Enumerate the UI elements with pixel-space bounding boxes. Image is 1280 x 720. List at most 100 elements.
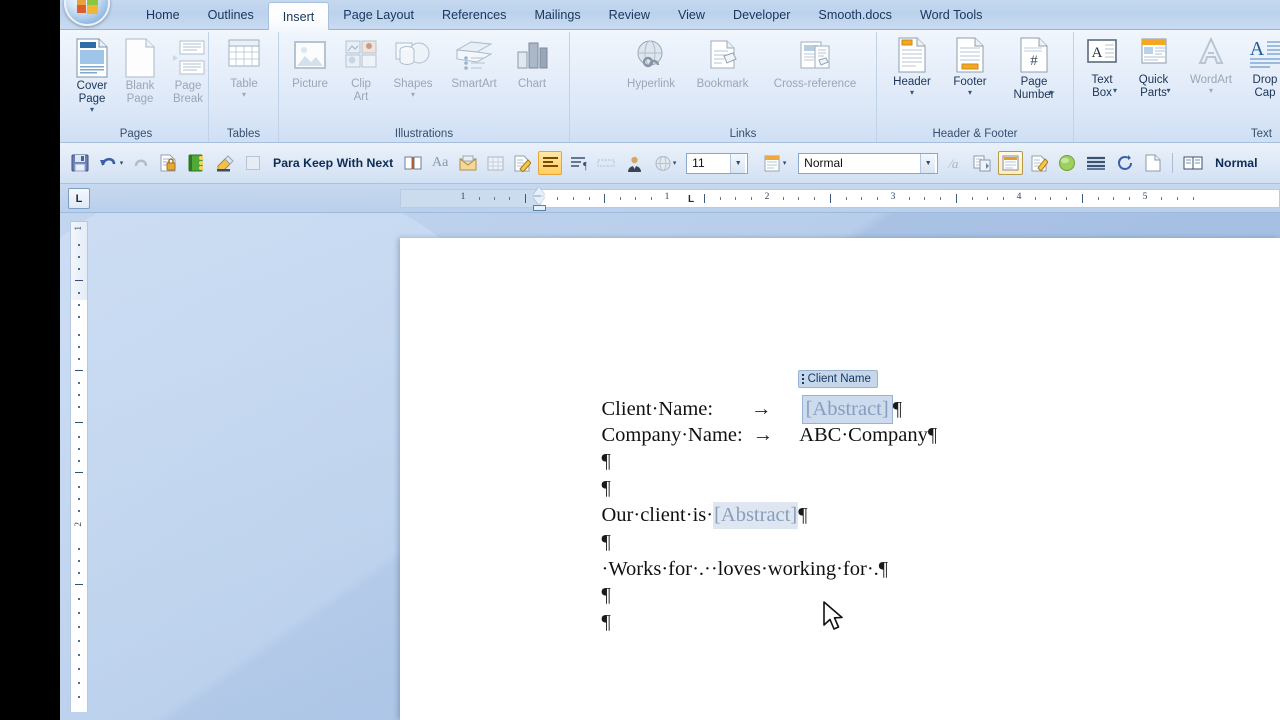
page-number-caret-icon[interactable]: ▾ xyxy=(1049,89,1053,97)
doc-line-empty-1[interactable]: ¶ xyxy=(540,422,1240,472)
paragraph-marks-icon: ¶ xyxy=(570,156,587,171)
smartart-button[interactable]: SmartArt xyxy=(441,38,507,91)
ruler-number-3: 3 xyxy=(890,192,896,202)
tab-review[interactable]: Review xyxy=(595,0,664,30)
doc-line-empty-2[interactable]: ¶ xyxy=(540,448,1240,499)
align-left-button[interactable] xyxy=(538,151,563,175)
new-doc-button[interactable] xyxy=(1141,151,1165,175)
clip-art-button[interactable]: Clip Art xyxy=(337,38,385,104)
insert-table-button[interactable] xyxy=(484,151,506,175)
footer-icon xyxy=(956,37,984,73)
style-gallery-caret-icon[interactable]: ▾ xyxy=(783,159,787,167)
doc-line-client-name[interactable]: Client·Name: → Client Name [Abstract] ¶ xyxy=(540,368,1240,424)
style-name-combo[interactable]: Normal ▼ xyxy=(798,152,939,174)
highlight-brush-button[interactable] xyxy=(212,151,238,175)
undo-button[interactable]: ▾ xyxy=(96,151,126,175)
green-book-button[interactable] xyxy=(184,151,208,175)
document-page[interactable]: Client·Name: → Client Name [Abstract] ¶ Comp… xyxy=(400,238,1280,720)
tab-outlines[interactable]: Outlines xyxy=(194,0,268,30)
text-field-button[interactable] xyxy=(594,151,618,175)
tab-page-layout[interactable]: Page Layout xyxy=(329,0,428,30)
toolbar-end-style-label[interactable]: Normal xyxy=(1210,156,1262,170)
first-line-indent-marker[interactable] xyxy=(533,187,545,195)
refresh-button[interactable] xyxy=(1113,151,1137,175)
tab-references[interactable]: References xyxy=(428,0,520,30)
quick-parts-button[interactable]: Quick Parts ▾ xyxy=(1126,36,1181,99)
green-circle-button[interactable] xyxy=(1055,151,1079,175)
picture-button[interactable]: Picture xyxy=(283,38,337,91)
copy-format-button[interactable] xyxy=(970,151,994,175)
lines-button[interactable] xyxy=(1083,151,1109,175)
tab-mailings[interactable]: Mailings xyxy=(520,0,594,30)
text-box-caret-icon[interactable]: ▾ xyxy=(1113,87,1117,95)
chart-button[interactable]: Chart xyxy=(507,38,557,91)
tab-home[interactable]: Home xyxy=(132,0,194,30)
redo-button[interactable] xyxy=(130,151,152,175)
save-button[interactable] xyxy=(68,151,92,175)
hyperlink-button[interactable]: Hyperlink xyxy=(616,38,686,91)
quick-parts-caret-icon[interactable]: ▾ xyxy=(1166,87,1170,95)
header-caret-icon[interactable]: ▾ xyxy=(910,89,914,97)
page-break-button[interactable]: Page Break xyxy=(164,38,212,106)
document-body[interactable]: Client·Name: → Client Name [Abstract] ¶ Comp… xyxy=(540,368,1240,633)
change-case-button[interactable]: Aa xyxy=(428,151,452,175)
style-name-chevron-down-icon[interactable]: ▼ xyxy=(920,153,936,173)
tab-view[interactable]: View xyxy=(664,0,719,30)
translate-caret-icon[interactable]: ▾ xyxy=(673,159,677,167)
hanging-indent-marker[interactable] xyxy=(533,197,545,205)
protect-document-button[interactable] xyxy=(156,151,180,175)
office-button[interactable] xyxy=(64,0,110,26)
doc-line-our-client-is[interactable]: Our·client·is·[Abstract]¶ xyxy=(540,475,1240,529)
page-number-button[interactable]: # Page Number ▾ xyxy=(999,36,1069,101)
shapes-caret-icon[interactable]: ▾ xyxy=(411,91,415,99)
font-size-chevron-down-icon[interactable]: ▼ xyxy=(730,153,746,173)
footer-caret-icon[interactable]: ▾ xyxy=(968,89,972,97)
cover-page-caret-icon[interactable]: ▾ xyxy=(90,106,94,114)
envelope-button[interactable] xyxy=(456,151,480,175)
custom-tab-stop-marker[interactable]: L xyxy=(688,194,694,205)
styles-pane-button[interactable] xyxy=(1027,151,1051,175)
doc-line-empty-3[interactable]: ¶ xyxy=(540,502,1240,553)
left-indent-marker[interactable] xyxy=(533,205,546,211)
doc-line-works-for[interactable]: ·Works·for·.··loves·working·for·.¶ xyxy=(540,529,1240,580)
undo-caret-icon[interactable]: ▾ xyxy=(120,159,124,167)
text-box-button[interactable]: A Text Box ▾ xyxy=(1078,36,1126,99)
tab-insert[interactable]: Insert xyxy=(267,2,330,31)
cross-reference-button[interactable]: Cross-reference xyxy=(759,38,871,91)
tab-stop-selector[interactable]: L xyxy=(68,188,90,209)
translate-button[interactable]: ▾ xyxy=(650,151,680,175)
vertical-ruler[interactable]: 1 2 xyxy=(70,221,88,712)
header-button[interactable]: Header ▾ xyxy=(883,36,941,97)
tab-developer[interactable]: Developer xyxy=(719,0,804,30)
footer-button[interactable]: Footer ▾ xyxy=(941,36,999,97)
drop-cap-label: Drop Cap xyxy=(1252,74,1278,99)
para-keep-with-next-button[interactable]: Para Keep With Next xyxy=(268,156,398,170)
doc-line-empty-5[interactable]: ¶ xyxy=(540,582,1240,633)
doc-line-empty-4[interactable]: ¶ xyxy=(540,556,1240,606)
wordart-caret-icon[interactable]: ▾ xyxy=(1209,87,1213,95)
style-gallery-button[interactable]: ▾ xyxy=(756,151,794,175)
author-button[interactable] xyxy=(622,151,646,175)
show-marks-button[interactable]: ¶ xyxy=(566,151,590,175)
empty-toggle-button[interactable] xyxy=(242,151,264,175)
format-painter-button[interactable] xyxy=(510,151,534,175)
read-mode-button[interactable] xyxy=(1180,151,1206,175)
tab-smooth-docs[interactable]: Smooth.docs xyxy=(804,0,906,30)
wordart-button[interactable]: WordArt ▾ xyxy=(1181,36,1241,95)
font-size-combo[interactable]: 11 ▼ xyxy=(686,152,749,174)
shapes-button[interactable]: Shapes ▾ xyxy=(385,38,441,99)
reading-layout-button[interactable] xyxy=(402,151,424,175)
cover-page-button[interactable]: Cover Page ▾ xyxy=(68,38,116,114)
no-format-button[interactable]: ∕a xyxy=(942,151,966,175)
blank-page-button[interactable]: Blank Page xyxy=(116,38,164,106)
horizontal-ruler[interactable]: 1 1 L 2 3 4 5 xyxy=(400,189,1280,208)
table-caret-icon[interactable]: ▾ xyxy=(242,91,246,99)
bookmark-button[interactable]: Bookmark xyxy=(686,38,759,91)
drop-cap-button[interactable]: A Drop Cap xyxy=(1241,36,1280,100)
svg-text:#: # xyxy=(1030,53,1038,69)
doc-line-company-name[interactable]: Company·Name: → ABC·Company¶ xyxy=(540,395,1240,446)
content-control-button[interactable] xyxy=(998,151,1024,175)
table-button[interactable]: Table ▾ xyxy=(220,38,268,99)
tab-word-tools[interactable]: Word Tools xyxy=(906,0,997,30)
content-control-tag-label[interactable]: Client Name xyxy=(797,370,878,389)
